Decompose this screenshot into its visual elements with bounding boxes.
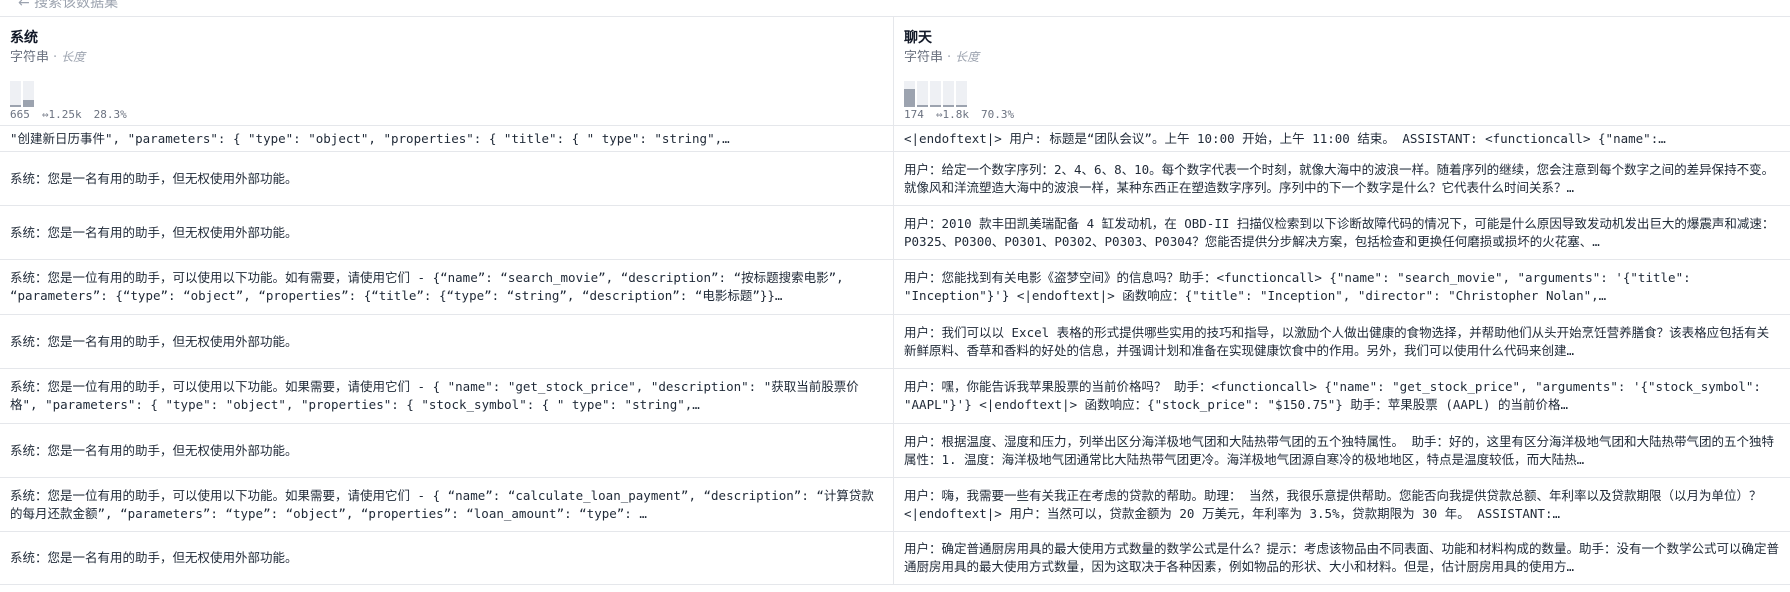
cell-text: 系统：您是一名有用的助手，但无权使用外部功能。 [10, 333, 298, 349]
column-type: 字符串 · 长度 [904, 46, 979, 65]
cell-text: 系统：您是一名有用的助手，但无权使用外部功能。 [10, 170, 298, 186]
separator-dot: · [947, 50, 952, 65]
table-cell[interactable]: 用户：嗨，我需要一些有关我正在考虑的贷款的帮助。助理： 当然，我很乐意提供帮助。… [894, 478, 1790, 532]
histogram-bin[interactable] [23, 100, 34, 107]
cell-text: 系统：您是一名有用的助手，但无权使用外部功能。 [10, 442, 298, 458]
table-cell[interactable]: 系统：您是一位有用的助手，可以使用以下功能。如果需要，请使用它们 - { "na… [0, 369, 893, 424]
cell-text: 系统：您是一名有用的助手，但无权使用外部功能。 [10, 550, 298, 565]
separator-dot: · [53, 50, 58, 65]
cell-text: <|endoftext|> 用户: 标题是“团队会议”。上午 10:00 开始，… [904, 130, 1666, 146]
table-cell[interactable]: 系统：您是一名有用的助手，但无权使用外部功能。 [0, 424, 893, 478]
top-bar: ← 搜索该数据集 [0, 0, 1790, 17]
cell-text: 系统：您是一位有用的助手，可以使用以下功能。如有需要，请使用它们 - {“nam… [10, 270, 844, 303]
table-cell[interactable]: 系统：您是一名有用的助手，但无权使用外部功能。 [0, 532, 893, 585]
type-detail: 长度 [61, 50, 86, 64]
table-cell[interactable]: "创建新日历事件", "parameters": { "type": "obje… [0, 126, 893, 152]
table-cell[interactable]: 用户：根据温度、湿度和压力，列举出区分海洋极地气团和大陆热带气团的五个独特属性。… [894, 424, 1790, 478]
stat-percent: 28.3% [93, 108, 127, 121]
stat-max: ⇔1.8k [935, 108, 969, 121]
table-cell[interactable]: 系统：您是一位有用的助手，可以使用以下功能。如有需要，请使用它们 - {“nam… [0, 260, 893, 315]
table-cell[interactable]: 用户：给定一个数字序列：2、4、6、8、10。每个数字代表一个时刻，就像大海中的… [894, 152, 1790, 206]
column-chat: 聊天 字符串 · 长度 174 ⇔1.8k 70.3% <|endoftext|> 用户… [894, 17, 1790, 585]
histogram-bin[interactable] [930, 105, 941, 107]
table-cell[interactable]: 系统：您是一名有用的助手，但无权使用外部功能。 [0, 315, 893, 369]
stat-percent: 70.3% [981, 108, 1015, 121]
type-label: 字符串 [10, 50, 50, 65]
cell-text: 用户：我们可以以 Excel 表格的形式提供哪些实用的技巧和指导，以激励个人做出… [904, 324, 1770, 358]
table-cell[interactable]: <|endoftext|> 用户: 标题是“团队会议”。上午 10:00 开始，… [894, 126, 1790, 152]
histogram-bin[interactable] [956, 105, 967, 107]
histogram-bin[interactable] [943, 105, 954, 107]
cell-text: 用户：确定普通厨房用具的最大使用方式数量的数学公式是什么？提示：考虑该物品由不同… [904, 541, 1780, 574]
histogram-bin[interactable] [904, 89, 915, 107]
histogram-bin-bg [10, 81, 21, 107]
column-stats: 174 ⇔1.8k 70.3% [904, 108, 1026, 121]
table-cell[interactable]: 系统：您是一名有用的助手，但无权使用外部功能。 [0, 206, 893, 260]
column-system: 系统 字符串 · 长度 665 ⇔1.25k 28.3% "创建新日历事件", "par… [0, 17, 894, 585]
column-stats: 665 ⇔1.25k 28.3% [10, 108, 139, 121]
histogram-bin-bg [956, 81, 967, 107]
column-header-chat[interactable]: 聊天 字符串 · 长度 174 ⇔1.8k 70.3% [894, 17, 1790, 126]
cell-text: 用户：给定一个数字序列：2、4、6、8、10。每个数字代表一个时刻，就像大海中的… [904, 161, 1775, 195]
table-cell[interactable]: 用户：确定普通厨房用具的最大使用方式数量的数学公式是什么？提示：考虑该物品由不同… [894, 532, 1790, 585]
histogram-bin-bg [917, 81, 928, 107]
column-type: 字符串 · 长度 [10, 46, 85, 65]
histogram-bin[interactable] [917, 105, 928, 107]
cell-text: 用户：2010 款丰田凯美瑞配备 4 缸发动机，在 OBD-II 扫描仪检索到以… [904, 215, 1775, 249]
stat-max: ⇔1.25k [41, 108, 82, 121]
histogram-bin[interactable] [10, 105, 21, 107]
table-cell[interactable]: 系统：您是一位有用的助手，可以使用以下功能。如果需要，请使用它们 - { “na… [0, 478, 893, 532]
column-title: 系统 [10, 30, 38, 46]
cell-text: 用户：您能找到有关电影《盗梦空间》的信息吗？助手：<functioncall> … [904, 270, 1691, 303]
column-header-system[interactable]: 系统 字符串 · 长度 665 ⇔1.25k 28.3% [0, 17, 893, 126]
cell-text: 系统：您是一名有用的助手，但无权使用外部功能。 [10, 224, 298, 240]
cell-text: 系统：您是一位有用的助手，可以使用以下功能。如果需要，请使用它们 - { “na… [10, 487, 874, 521]
cell-text: "创建新日历事件", "parameters": { "type": "obje… [10, 130, 730, 146]
table-cell[interactable]: 系统：您是一名有用的助手，但无权使用外部功能。 [0, 152, 893, 206]
stat-min: 174 [904, 108, 924, 121]
table-cell[interactable]: 用户：2010 款丰田凯美瑞配备 4 缸发动机，在 OBD-II 扫描仪检索到以… [894, 206, 1790, 260]
table-cell[interactable]: 用户：嘿，你能告诉我苹果股票的当前价格吗？ 助手：<functioncall> … [894, 369, 1790, 424]
back-to-dataset-link[interactable]: ← 搜索该数据集 [18, 0, 118, 12]
dataset-table: 系统 字符串 · 长度 665 ⇔1.25k 28.3% "创建新日历事件", "par… [0, 17, 1790, 585]
stat-min: 665 [10, 108, 30, 121]
column-title: 聊天 [904, 30, 932, 46]
type-label: 字符串 [904, 50, 944, 65]
type-detail: 长度 [955, 50, 980, 64]
histogram-bin-bg [930, 81, 941, 107]
histogram-bin-bg [943, 81, 954, 107]
cell-text: 用户：根据温度、湿度和压力，列举出区分海洋极地气团和大陆热带气团的五个独特属性。… [904, 433, 1775, 467]
cell-text: 用户：嘿，你能告诉我苹果股票的当前价格吗？ 助手：<functioncall> … [904, 379, 1761, 412]
table-cell[interactable]: 用户：您能找到有关电影《盗梦空间》的信息吗？助手：<functioncall> … [894, 260, 1790, 315]
cell-text: 用户：嗨，我需要一些有关我正在考虑的贷款的帮助。助理： 当然，我很乐意提供帮助。… [904, 487, 1762, 521]
cell-text: 系统：您是一位有用的助手，可以使用以下功能。如果需要，请使用它们 - { "na… [10, 379, 859, 412]
table-cell[interactable]: 用户：我们可以以 Excel 表格的形式提供哪些实用的技巧和指导，以激励个人做出… [894, 315, 1790, 369]
